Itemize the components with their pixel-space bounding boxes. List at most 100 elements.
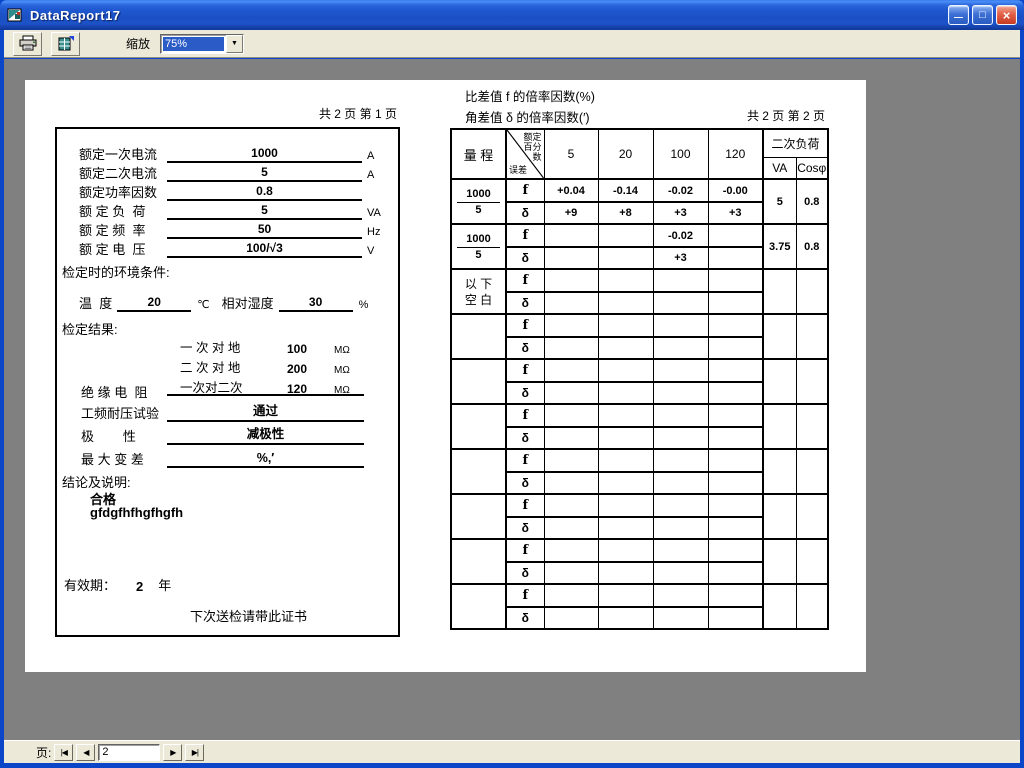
- withstand-label: 工频耐压试验: [81, 403, 167, 422]
- first-page-button[interactable]: |◀: [54, 744, 73, 761]
- delta-value-cell: +3: [708, 202, 763, 224]
- range-cell: [451, 404, 506, 449]
- f-value-cell: [598, 269, 653, 292]
- delta-value-cell: [653, 427, 708, 449]
- results-title: 检定结果:: [62, 319, 118, 338]
- minimize-button[interactable]: —: [948, 5, 969, 25]
- delta-row-label: δ: [506, 517, 544, 539]
- delta-row-label: δ: [506, 562, 544, 584]
- app-window: DataReport17 — □ × 缩放: [0, 0, 1024, 768]
- validity-unit: 年: [158, 575, 171, 594]
- diag-bottom-label: 误差: [509, 163, 527, 176]
- rated-field-row: 额定一次电流1000A: [79, 146, 399, 163]
- delta-value-cell: [708, 517, 763, 539]
- field-unit: Hz: [367, 226, 399, 239]
- zoom-select[interactable]: 75% ▼: [160, 34, 244, 54]
- f-value-cell: [544, 269, 598, 292]
- f-value-cell: [708, 584, 763, 607]
- insulation-row: 二 次 对 地200MΩ: [180, 361, 364, 376]
- burden-va-cell: [763, 269, 796, 314]
- page1-indicator: 共 2 页 第 1 页: [255, 105, 397, 122]
- percent-col-header: 120: [708, 129, 763, 179]
- field-value: 5: [167, 165, 362, 182]
- delta-value-cell: [544, 427, 598, 449]
- delta-value-cell: [653, 472, 708, 494]
- prev-page-button[interactable]: ◀: [76, 744, 95, 761]
- f-value-cell: [708, 359, 763, 382]
- validity-row: 有效期： 2 年: [64, 575, 171, 594]
- f-value-cell: [708, 314, 763, 337]
- humidity-value: 30: [279, 295, 353, 312]
- validity-label: 有效期：: [64, 575, 116, 594]
- insulation-label: 绝 缘 电 阻: [81, 382, 147, 401]
- polarity-value: 减极性: [167, 423, 364, 445]
- f-value-cell: [544, 224, 598, 247]
- range-cell: [451, 539, 506, 584]
- burden-cos-cell: [796, 404, 828, 449]
- delta-value-cell: [708, 562, 763, 584]
- export-button[interactable]: [51, 32, 80, 56]
- delta-value-cell: [598, 607, 653, 629]
- maximize-button[interactable]: □: [972, 5, 993, 25]
- page-number-input[interactable]: [98, 744, 160, 761]
- delta-value-cell: [598, 247, 653, 269]
- f-row-label: f: [506, 584, 544, 607]
- delta-value-cell: [598, 292, 653, 314]
- burden-va-cell: [763, 404, 796, 449]
- f-value-cell: [653, 539, 708, 562]
- next-page-button[interactable]: ▶: [163, 744, 182, 761]
- toolbar: 缩放 75% ▼: [4, 30, 1020, 58]
- insulation-row-label: 二 次 对 地: [180, 357, 268, 376]
- f-value-cell: [653, 494, 708, 517]
- delta-value-cell: [708, 382, 763, 404]
- field-label: 额定一次电流: [79, 144, 167, 163]
- f-row-label: f: [506, 179, 544, 202]
- variation-row: 最 大 变 差 %,′: [81, 451, 364, 468]
- polarity-row: 极 性 减极性: [81, 428, 364, 445]
- insulation-underline: [167, 382, 364, 396]
- f-value-cell: [708, 539, 763, 562]
- preview-area: 共 2 页 第 1 页 额定一次电流1000A额定二次电流5A额定功率因数0.8…: [4, 59, 1020, 740]
- delta-value-cell: +3: [653, 247, 708, 269]
- f-row-label: f: [506, 449, 544, 472]
- f-row-label: f: [506, 224, 544, 247]
- delta-value-cell: [708, 292, 763, 314]
- f-row-label: f: [506, 314, 544, 337]
- f-value-cell: [598, 224, 653, 247]
- delta-value-cell: [708, 427, 763, 449]
- f-value-cell: [708, 269, 763, 292]
- f-value-cell: -0.14: [598, 179, 653, 202]
- f-value-cell: [708, 494, 763, 517]
- range-cell: 10005: [451, 224, 506, 269]
- delta-value-cell: [653, 517, 708, 539]
- variation-label: 最 大 变 差: [81, 449, 167, 468]
- delta-row-label: δ: [506, 292, 544, 314]
- delta-row-label: δ: [506, 337, 544, 359]
- print-button[interactable]: [13, 32, 42, 56]
- f-value-cell: [544, 449, 598, 472]
- f-value-cell: [598, 539, 653, 562]
- delta-value-cell: [598, 427, 653, 449]
- burden-va-header: VA: [763, 157, 796, 179]
- delta-row-label: δ: [506, 247, 544, 269]
- delta-value-cell: [708, 472, 763, 494]
- delta-row-label: δ: [506, 607, 544, 629]
- delta-value-cell: [544, 517, 598, 539]
- close-button[interactable]: ×: [996, 5, 1017, 25]
- delta-value-cell: [653, 382, 708, 404]
- delta-value-cell: [708, 607, 763, 629]
- burden-va-cell: [763, 584, 796, 629]
- delta-value-cell: [708, 337, 763, 359]
- delta-row-label: δ: [506, 382, 544, 404]
- range-header: 量 程: [451, 129, 506, 179]
- delta-value-cell: +9: [544, 202, 598, 224]
- percent-col-header: 100: [653, 129, 708, 179]
- f-value-cell: -0.02: [653, 179, 708, 202]
- chevron-down-icon[interactable]: ▼: [226, 35, 243, 53]
- delta-row-label: δ: [506, 202, 544, 224]
- burden-cos-cell: [796, 314, 828, 359]
- burden-cos-cell: 0.8: [796, 224, 828, 269]
- f-value-cell: [598, 494, 653, 517]
- last-page-button[interactable]: ▶|: [185, 744, 204, 761]
- f-value-cell: [708, 404, 763, 427]
